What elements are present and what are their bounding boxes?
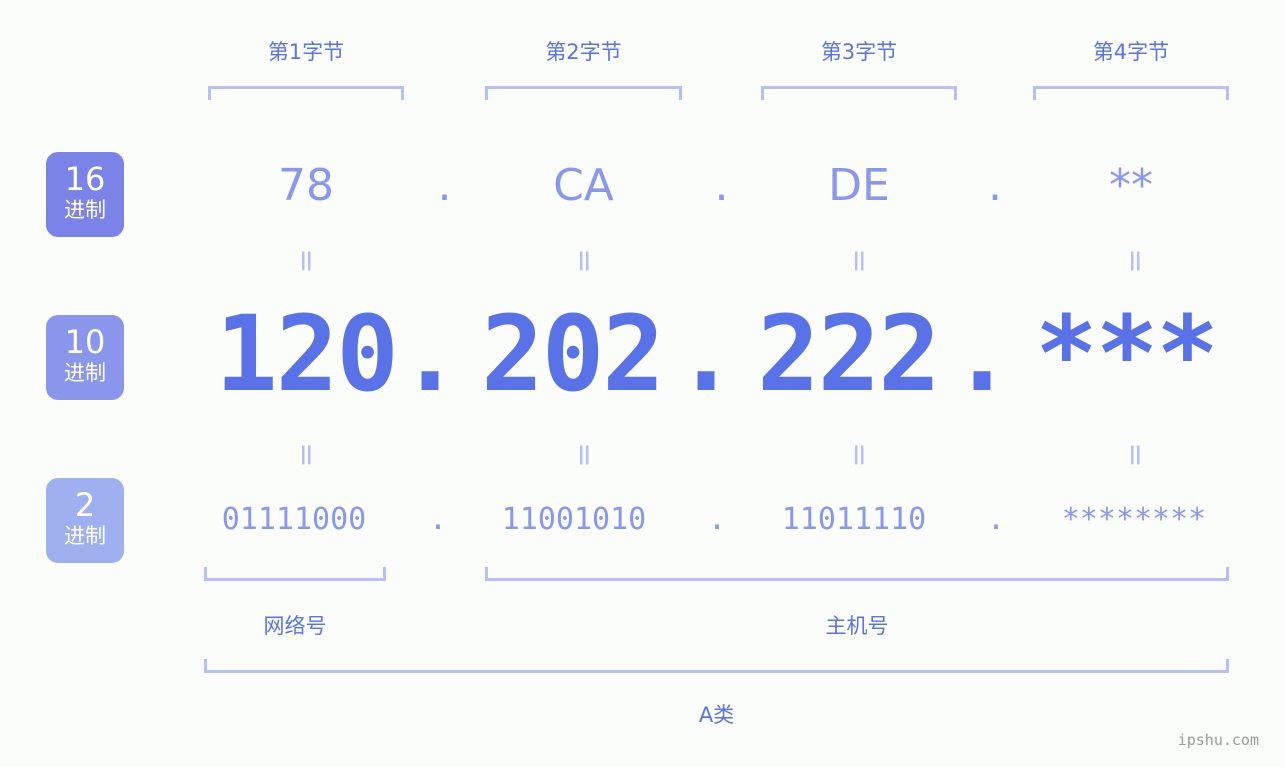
byte-bracket-4 (1033, 86, 1229, 100)
decimal-octet-4: *** (1035, 293, 1219, 415)
byte-header-3: 第3字节 (820, 40, 898, 64)
hex-separator-1: . (437, 160, 452, 211)
byte-header-2: 第2字节 (545, 40, 622, 64)
class-label: A类 (698, 703, 735, 727)
decimal-separator-1: . (398, 293, 462, 415)
decimal-separator-2: . (674, 293, 738, 415)
hex-octet-2: CA (553, 160, 614, 211)
decimal-octet-2: 202 (481, 293, 665, 415)
hex-separator-2: . (714, 160, 729, 211)
byte-bracket-1 (208, 86, 404, 100)
byte-bracket-2 (485, 86, 682, 100)
class-bracket (204, 659, 1229, 673)
equals-icon-5: = (289, 442, 324, 468)
byte-header-4: 第4字节 (1092, 40, 1170, 64)
radix-badge-decimal: 10 进制 (46, 315, 124, 400)
decimal-separator-3: . (950, 293, 1014, 415)
radix-badge-decimal-unit: 进制 (64, 361, 106, 385)
hex-octet-3: DE (828, 160, 890, 211)
binary-separator-2: . (707, 502, 727, 537)
equals-icon-7: = (842, 442, 877, 468)
binary-separator-1: . (428, 502, 448, 537)
equals-icon-3: = (842, 248, 877, 274)
site-watermark: ipshu.com (1177, 731, 1259, 749)
network-label: 网络号 (263, 614, 327, 638)
hex-octet-1: 78 (278, 160, 334, 211)
equals-icon-2: = (567, 248, 602, 274)
ip-breakdown-diagram: 第1字节 第2字节 第3字节 第4字节 16 进制 10 进制 2 进制 78 … (0, 0, 1285, 767)
binary-octet-4: ******** (1061, 502, 1207, 537)
radix-badge-hex-number: 16 (64, 160, 106, 198)
decimal-octet-1: 120 (215, 293, 399, 415)
radix-badge-binary-unit: 进制 (64, 524, 106, 548)
byte-header-1: 第1字节 (267, 40, 345, 64)
network-bracket (204, 567, 386, 581)
equals-icon-1: = (289, 248, 324, 274)
host-bracket (485, 567, 1229, 581)
binary-separator-3: . (986, 502, 1006, 537)
binary-octet-2: 11001010 (501, 502, 647, 537)
host-label: 主机号 (825, 614, 889, 638)
radix-badge-hex-unit: 进制 (64, 198, 106, 222)
radix-badge-decimal-number: 10 (64, 323, 106, 361)
radix-badge-binary: 2 进制 (46, 478, 124, 563)
binary-octet-1: 01111000 (221, 502, 367, 537)
equals-icon-8: = (1118, 442, 1153, 468)
binary-octet-3: 11011110 (781, 502, 927, 537)
hex-octet-4: ** (1109, 160, 1153, 211)
equals-icon-6: = (567, 442, 602, 468)
radix-badge-binary-number: 2 (74, 486, 96, 524)
hex-separator-3: . (988, 160, 1002, 211)
equals-icon-4: = (1118, 248, 1153, 274)
decimal-octet-3: 222 (757, 293, 941, 415)
radix-badge-hex: 16 进制 (46, 152, 124, 237)
byte-bracket-3 (761, 86, 957, 100)
